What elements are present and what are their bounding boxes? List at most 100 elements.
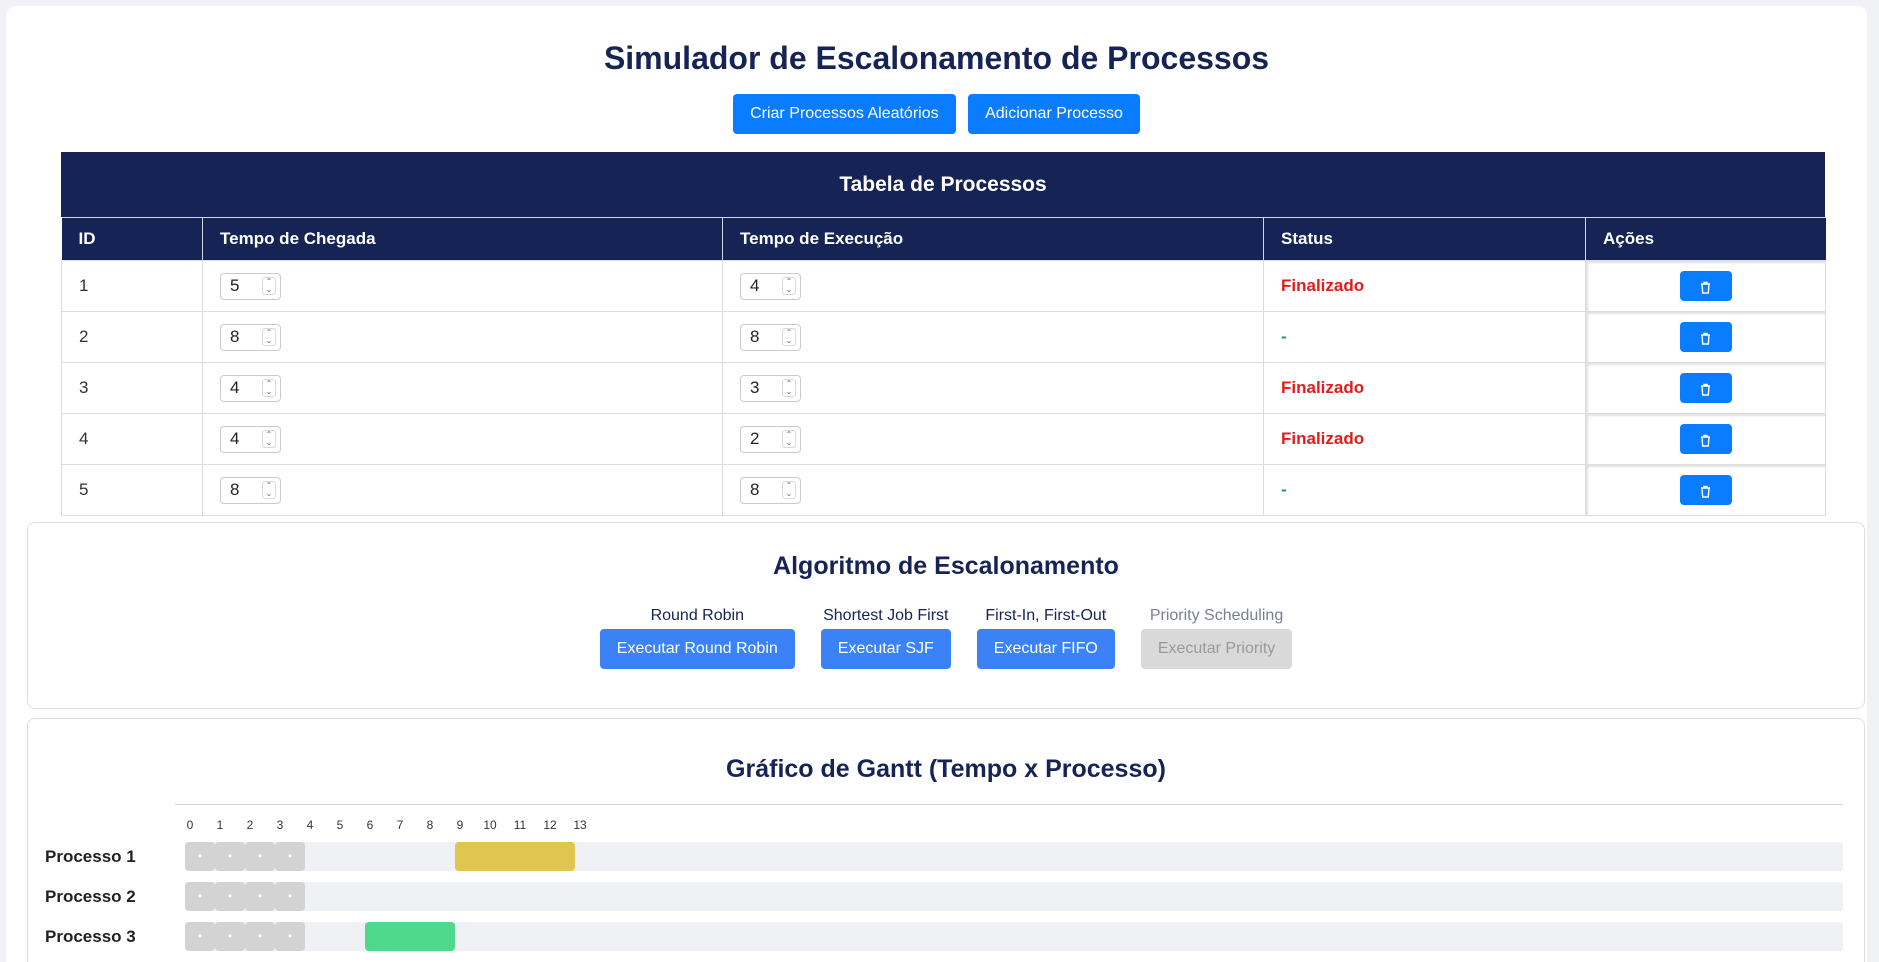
cell-arrival: 5 ⌃ ⌄ <box>202 260 723 312</box>
exec-value: 8 <box>750 327 760 346</box>
process-table-title: Tabela de Processos <box>61 152 1825 217</box>
header-actions: Ações <box>1585 217 1826 261</box>
run-algorithm-button[interactable]: Executar SJF <box>820 629 951 669</box>
cell-status: Finalizado <box>1263 260 1586 312</box>
delete-process-button[interactable] <box>1679 271 1732 301</box>
cell-exec: 8 ⌃ ⌄ <box>722 311 1264 363</box>
add-process-button[interactable]: Adicionar Processo <box>968 94 1140 134</box>
algorithm-label: Shortest Job First <box>823 607 949 624</box>
cell-exec: 8 ⌃ ⌄ <box>722 464 1264 516</box>
gantt-wait-cell: • <box>245 882 275 911</box>
cell-exec: 4 ⌃ ⌄ <box>722 260 1264 312</box>
table-row: 2 8 ⌃ ⌄ 8 ⌃ ⌄ - <box>61 311 1826 363</box>
gantt-run-bar <box>365 922 455 951</box>
gantt-wait-cell: • <box>245 922 275 951</box>
header-exec: Tempo de Execução <box>722 217 1264 261</box>
create-random-processes-button[interactable]: Criar Processos Aleatórios <box>733 94 956 134</box>
algorithm-title: Algoritmo de Escalonamento <box>773 552 1119 580</box>
cell-arrival: 8 ⌃ ⌄ <box>202 464 723 516</box>
top-button-group: Criar Processos Aleatórios Adicionar Pro… <box>6 94 1867 134</box>
trash-icon <box>1701 485 1710 498</box>
algorithm-label: First-In, First-Out <box>985 607 1107 624</box>
cell-exec: 2 ⌃ ⌄ <box>722 413 1264 465</box>
header-status: Status <box>1263 217 1586 261</box>
exec-time-input[interactable]: 3 ⌃ ⌄ <box>740 374 801 402</box>
run-algorithm-button[interactable]: Executar Round Robin <box>599 629 795 669</box>
arrival-value: 4 <box>230 378 240 397</box>
cell-status: Finalizado <box>1263 362 1586 414</box>
arrival-time-input[interactable]: 8 ⌃ ⌄ <box>220 323 281 351</box>
gantt-tick-label: 1 <box>216 818 224 832</box>
gantt-wait-cell: • <box>215 922 245 951</box>
cell-status: Finalizado <box>1263 413 1586 465</box>
cell-exec: 3 ⌃ ⌄ <box>722 362 1264 414</box>
status-badge: Finalizado <box>1281 276 1365 295</box>
spinner-icon[interactable]: ⌃ ⌄ <box>262 430 276 448</box>
cell-status: - <box>1263 464 1586 516</box>
gantt-tick-label: 3 <box>276 818 284 832</box>
arrival-value: 8 <box>230 480 240 499</box>
gantt-tick-label: 7 <box>396 818 404 832</box>
gantt-divider <box>175 804 1843 805</box>
algorithm-option: Shortest Job First Executar SJF <box>820 606 951 669</box>
table-row: 4 4 ⌃ ⌄ 2 ⌃ ⌄ Finalizado <box>61 413 1826 465</box>
gantt-panel: Gráfico de Gantt (Tempo x Processo) 0123… <box>27 718 1865 962</box>
process-table: ID Tempo de Chegada Tempo de Execução St… <box>61 217 1826 516</box>
algorithm-panel: Algoritmo de Escalonamento Round Robin E… <box>27 522 1865 709</box>
gantt-tick-label: 10 <box>483 818 497 832</box>
spinner-icon[interactable]: ⌃ ⌄ <box>262 328 276 346</box>
status-badge: Finalizado <box>1281 378 1365 397</box>
arrival-time-input[interactable]: 8 ⌃ ⌄ <box>220 476 281 504</box>
arrival-value: 8 <box>230 327 240 346</box>
exec-time-input[interactable]: 8 ⌃ ⌄ <box>740 476 801 504</box>
gantt-title: Gráfico de Gantt (Tempo x Processo) <box>726 755 1166 783</box>
table-row: 5 8 ⌃ ⌄ 8 ⌃ ⌄ - <box>61 464 1826 516</box>
delete-process-button[interactable] <box>1679 373 1732 403</box>
gantt-wait-cell: • <box>185 922 215 951</box>
run-algorithm-button[interactable]: Executar FIFO <box>976 629 1115 669</box>
spinner-icon[interactable]: ⌃ ⌄ <box>782 379 796 397</box>
gantt-tick-label: 6 <box>366 818 374 832</box>
status-badge: - <box>1281 480 1287 499</box>
gantt-wait-cell: • <box>275 842 305 871</box>
gantt-wait-cell: • <box>185 842 215 871</box>
header-arrival: Tempo de Chegada <box>202 217 723 261</box>
spinner-icon[interactable]: ⌃ ⌄ <box>782 430 796 448</box>
spinner-icon[interactable]: ⌃ ⌄ <box>262 481 276 499</box>
exec-time-input[interactable]: 8 ⌃ ⌄ <box>740 323 801 351</box>
arrival-time-input[interactable]: 5 ⌃ ⌄ <box>220 272 281 300</box>
process-table-section: Tabela de Processos ID Tempo de Chegada … <box>61 152 1826 516</box>
gantt-wait-cell: • <box>215 882 245 911</box>
status-badge: Finalizado <box>1281 429 1365 448</box>
trash-icon <box>1701 281 1710 294</box>
trash-icon <box>1701 383 1710 396</box>
gantt-tick-label: 5 <box>336 818 344 832</box>
exec-value: 8 <box>750 480 760 499</box>
cell-arrival: 4 ⌃ ⌄ <box>202 413 723 465</box>
arrival-time-input[interactable]: 4 ⌃ ⌄ <box>220 425 281 453</box>
gantt-wait-cell: • <box>275 922 305 951</box>
spinner-icon[interactable]: ⌃ ⌄ <box>782 277 796 295</box>
delete-process-button[interactable] <box>1679 475 1732 505</box>
gantt-row-label: Processo 3 <box>45 927 136 946</box>
spinner-icon[interactable]: ⌃ ⌄ <box>782 481 796 499</box>
cell-arrival: 8 ⌃ ⌄ <box>202 311 723 363</box>
exec-time-input[interactable]: 4 ⌃ ⌄ <box>740 272 801 300</box>
algorithm-label: Round Robin <box>650 607 744 624</box>
status-badge: - <box>1281 327 1287 346</box>
gantt-track: • • • • <box>185 882 1843 911</box>
spinner-icon[interactable]: ⌃ ⌄ <box>262 277 276 295</box>
spinner-icon[interactable]: ⌃ ⌄ <box>262 379 276 397</box>
exec-time-input[interactable]: 2 ⌃ ⌄ <box>740 425 801 453</box>
algorithm-option: Priority Scheduling Executar Priority <box>1140 606 1293 669</box>
cell-status: - <box>1263 311 1586 363</box>
delete-process-button[interactable] <box>1679 424 1732 454</box>
cell-actions <box>1585 260 1826 312</box>
spinner-icon[interactable]: ⌃ ⌄ <box>782 328 796 346</box>
delete-process-button[interactable] <box>1679 322 1732 352</box>
gantt-tick-label: 13 <box>573 818 587 832</box>
trash-icon <box>1701 434 1710 447</box>
gantt-wait-cell: • <box>185 882 215 911</box>
gantt-track: • • • • <box>185 922 1843 951</box>
arrival-time-input[interactable]: 4 ⌃ ⌄ <box>220 374 281 402</box>
